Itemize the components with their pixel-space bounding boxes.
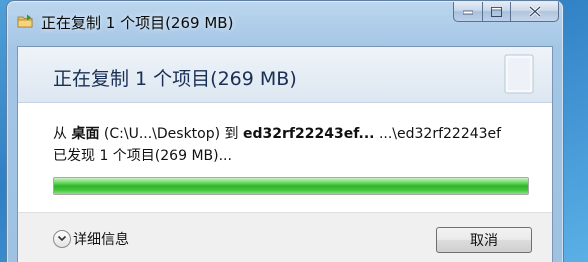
source-path: (C:\U...\Desktop) [103, 126, 221, 142]
chevron-down-circle [53, 230, 71, 248]
copy-from-to-line: 从 桌面 (C:\U...\Desktop) 到 ed32rf22243ef..… [53, 123, 533, 143]
copy-progress-bar [53, 177, 529, 195]
close-icon [528, 6, 541, 17]
progress-fill [54, 178, 528, 194]
to-word: 到 [224, 126, 239, 142]
title-bar[interactable]: 正在复制 1 个项目(269 MB) [7, 1, 563, 37]
document-icon [504, 54, 534, 94]
header-title: 正在复制 1 个项目(269 MB) [53, 68, 297, 90]
more-details-toggle[interactable]: 详细信息 [53, 229, 129, 249]
close-button[interactable] [511, 2, 559, 22]
dialog-header: 正在复制 1 个项目(269 MB) [18, 47, 552, 103]
dest-name-link[interactable]: ed32rf22243ef... [243, 126, 374, 142]
dialog-client-area: 正在复制 1 个项目(269 MB) 从 桌面 (C:\U...\Desktop… [17, 46, 553, 262]
dest-path: ...\ed32rf22243ef [378, 126, 502, 142]
minimize-icon [463, 10, 473, 14]
items-found-status: 已发现 1 个项目(269 MB)... [53, 148, 232, 164]
chevron-down-icon [57, 235, 67, 242]
copy-folder-icon [17, 14, 33, 28]
copy-dialog-window: 正在复制 1 个项目(269 MB) 正在复制 1 个项目(269 MB) 从 … [6, 0, 564, 262]
caption-buttons [453, 2, 559, 24]
source-name-link[interactable]: 桌面 [71, 126, 99, 142]
cancel-button[interactable]: 取消 [436, 227, 532, 253]
from-word: 从 [53, 126, 67, 142]
maximize-button[interactable] [483, 2, 511, 22]
maximize-icon [491, 6, 502, 17]
minimize-button[interactable] [453, 2, 483, 22]
window-title: 正在复制 1 个项目(269 MB) [41, 14, 234, 32]
dialog-footer: 详细信息 取消 [18, 212, 552, 262]
more-details-label: 详细信息 [73, 232, 129, 248]
